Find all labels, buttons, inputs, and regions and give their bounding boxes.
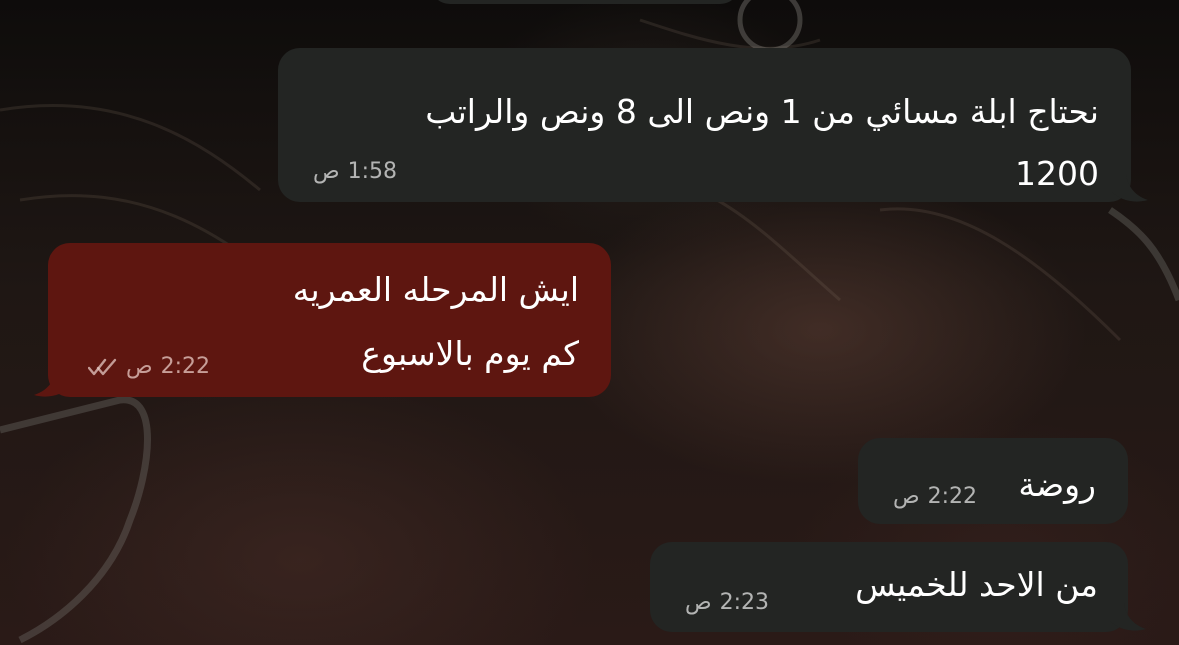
bubble-tail: [34, 369, 70, 397]
message-line: كم يوم بالاسبوع: [361, 334, 579, 373]
message-line: ايش المرحله العمريه: [292, 270, 579, 309]
message-period: ص: [893, 484, 920, 509]
message-bubble-outgoing[interactable]: ايش المرحله العمريه كم يوم بالاسبوع ص 2:…: [48, 243, 611, 397]
message-period: ص: [313, 159, 340, 184]
message-meta: 1:58 ص: [313, 159, 397, 184]
message-period: ص: [126, 354, 153, 379]
message-meta: ص 2:23: [685, 590, 769, 615]
message-line: 1200: [1015, 154, 1099, 193]
message-meta: ص 2:22: [893, 484, 977, 509]
message-time: 1:58: [347, 159, 398, 184]
message-line: من الاحد للخميس: [855, 565, 1098, 604]
message-bubble-incoming[interactable]: نحتاج ابلة مسائي من 1 ونص الى 8 ونص والر…: [278, 48, 1131, 202]
message-text: 1200: [1015, 143, 1099, 205]
message-bubble-incoming[interactable]: من الاحد للخميس ص 2:23: [650, 542, 1128, 632]
message-time: 2:22: [927, 484, 978, 509]
message-text: ايش المرحله العمريه: [293, 259, 579, 321]
previous-message-edge: [430, 0, 740, 4]
bubble-tail: [1112, 174, 1148, 202]
message-period: ص: [685, 590, 712, 615]
message-meta: ص 2:22: [88, 354, 210, 379]
message-time: 2:23: [719, 590, 770, 615]
message-time: 2:22: [160, 354, 211, 379]
message-text: كم يوم بالاسبوع: [361, 323, 579, 385]
message-text: روضة: [1018, 454, 1096, 516]
double-check-icon: [88, 358, 117, 375]
message-text: نحتاج ابلة مسائي من 1 ونص الى 8 ونص والر…: [425, 81, 1099, 143]
message-text: من الاحد للخميس: [855, 554, 1098, 616]
message-line: روضة: [1018, 465, 1096, 504]
message-bubble-incoming[interactable]: روضة ص 2:22: [858, 438, 1128, 524]
message-line: نحتاج ابلة مسائي من 1 ونص الى 8 ونص والر…: [425, 92, 1099, 131]
bubble-tail: [1110, 603, 1146, 631]
